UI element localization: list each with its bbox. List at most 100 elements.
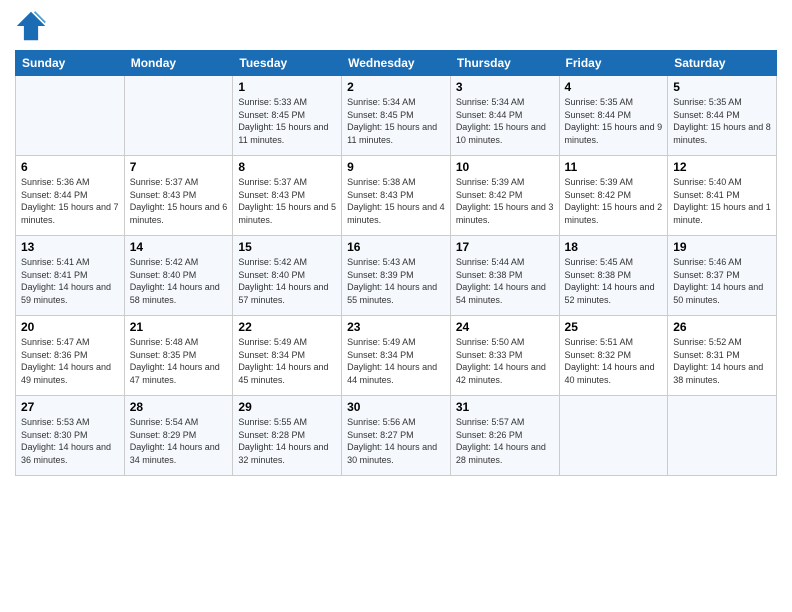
day-info: Sunrise: 5:49 AMSunset: 8:34 PMDaylight:… (347, 336, 445, 386)
calendar-week-row: 13 Sunrise: 5:41 AMSunset: 8:41 PMDayligh… (16, 236, 777, 316)
weekday-header: Saturday (668, 51, 777, 76)
day-info: Sunrise: 5:49 AMSunset: 8:34 PMDaylight:… (238, 336, 336, 386)
calendar-cell: 21Sunrise: 5:48 AMSunset: 8:35 PMDayligh… (124, 316, 233, 396)
day-number: 18 (565, 240, 663, 254)
day-info: Sunrise: 5:52 AMSunset: 8:31 PMDaylight:… (673, 336, 771, 386)
day-number: 19 (673, 240, 771, 254)
day-info: Sunrise: 5:39 AMSunset: 8:42 PMDaylight:… (456, 176, 554, 226)
day-info: Sunrise: 5:37 AMSunset: 8:43 PMDaylight:… (130, 176, 228, 226)
calendar-week-row: 27Sunrise: 5:53 AMSunset: 8:30 PMDayligh… (16, 396, 777, 476)
day-info: Sunrise: 5:38 AMSunset: 8:43 PMDaylight:… (347, 176, 445, 226)
calendar-cell: 1 Sunrise: 5:33 AMSunset: 8:45 PMDaylight… (233, 76, 342, 156)
day-info: Sunrise: 5:34 AMSunset: 8:45 PMDaylight:… (347, 96, 445, 146)
weekday-header: Sunday (16, 51, 125, 76)
calendar-cell: 16 Sunrise: 5:43 AMSunset: 8:39 PMDayligh… (342, 236, 451, 316)
day-info: Sunrise: 5:39 AMSunset: 8:42 PMDaylight:… (565, 176, 663, 226)
day-info: Sunrise: 5:57 AMSunset: 8:26 PMDaylight:… (456, 416, 554, 466)
day-number: 12 (673, 160, 771, 174)
day-info: Sunrise: 5:43 AMSunset: 8:39 PMDaylight:… (347, 256, 445, 306)
weekday-header: Thursday (450, 51, 559, 76)
day-number: 3 (456, 80, 554, 94)
day-number: 1 (238, 80, 336, 94)
day-info: Sunrise: 5:33 AMSunset: 8:45 PMDaylight:… (238, 96, 336, 146)
calendar-header-row: SundayMondayTuesdayWednesdayThursdayFrid… (16, 51, 777, 76)
day-number: 8 (238, 160, 336, 174)
day-number: 31 (456, 400, 554, 414)
calendar-cell: 3 Sunrise: 5:34 AMSunset: 8:44 PMDaylight… (450, 76, 559, 156)
calendar-cell: 26 Sunrise: 5:52 AMSunset: 8:31 PMDayligh… (668, 316, 777, 396)
day-number: 28 (130, 400, 228, 414)
day-number: 30 (347, 400, 445, 414)
calendar-cell: 29 Sunrise: 5:55 AMSunset: 8:28 PMDayligh… (233, 396, 342, 476)
calendar-cell: 2 Sunrise: 5:34 AMSunset: 8:45 PMDaylight… (342, 76, 451, 156)
calendar-cell: 10 Sunrise: 5:39 AMSunset: 8:42 PMDayligh… (450, 156, 559, 236)
day-number: 23 (347, 320, 445, 334)
day-number: 20 (21, 320, 119, 334)
calendar: SundayMondayTuesdayWednesdayThursdayFrid… (15, 50, 777, 476)
calendar-cell: 30 Sunrise: 5:56 AMSunset: 8:27 PMDayligh… (342, 396, 451, 476)
day-number: 16 (347, 240, 445, 254)
day-number: 9 (347, 160, 445, 174)
day-info: Sunrise: 5:44 AMSunset: 8:38 PMDaylight:… (456, 256, 554, 306)
calendar-cell: 20Sunrise: 5:47 AMSunset: 8:36 PMDayligh… (16, 316, 125, 396)
day-info: Sunrise: 5:42 AMSunset: 8:40 PMDaylight:… (130, 256, 228, 306)
calendar-cell: 19 Sunrise: 5:46 AMSunset: 8:37 PMDayligh… (668, 236, 777, 316)
day-number: 14 (130, 240, 228, 254)
calendar-cell: 18Sunrise: 5:45 AMSunset: 8:38 PMDayligh… (559, 236, 668, 316)
weekday-header: Tuesday (233, 51, 342, 76)
calendar-cell: 6 Sunrise: 5:36 AMSunset: 8:44 PMDaylight… (16, 156, 125, 236)
calendar-week-row: 20Sunrise: 5:47 AMSunset: 8:36 PMDayligh… (16, 316, 777, 396)
day-number: 2 (347, 80, 445, 94)
logo (15, 10, 51, 42)
day-info: Sunrise: 5:42 AMSunset: 8:40 PMDaylight:… (238, 256, 336, 306)
day-info: Sunrise: 5:55 AMSunset: 8:28 PMDaylight:… (238, 416, 336, 466)
day-info: Sunrise: 5:35 AMSunset: 8:44 PMDaylight:… (673, 96, 771, 146)
day-number: 26 (673, 320, 771, 334)
day-number: 29 (238, 400, 336, 414)
day-number: 4 (565, 80, 663, 94)
weekday-header: Wednesday (342, 51, 451, 76)
header (15, 10, 777, 42)
calendar-cell: 4 Sunrise: 5:35 AMSunset: 8:44 PMDaylight… (559, 76, 668, 156)
day-number: 17 (456, 240, 554, 254)
day-number: 10 (456, 160, 554, 174)
day-number: 24 (456, 320, 554, 334)
day-number: 22 (238, 320, 336, 334)
calendar-cell: 15 Sunrise: 5:42 AMSunset: 8:40 PMDayligh… (233, 236, 342, 316)
logo-icon (15, 10, 47, 42)
day-number: 13 (21, 240, 119, 254)
calendar-cell: 8 Sunrise: 5:37 AMSunset: 8:43 PMDaylight… (233, 156, 342, 236)
calendar-cell: 13 Sunrise: 5:41 AMSunset: 8:41 PMDayligh… (16, 236, 125, 316)
day-number: 6 (21, 160, 119, 174)
day-info: Sunrise: 5:50 AMSunset: 8:33 PMDaylight:… (456, 336, 554, 386)
calendar-cell: 23 Sunrise: 5:49 AMSunset: 8:34 PMDayligh… (342, 316, 451, 396)
page: SundayMondayTuesdayWednesdayThursdayFrid… (0, 0, 792, 612)
calendar-cell: 14 Sunrise: 5:42 AMSunset: 8:40 PMDayligh… (124, 236, 233, 316)
calendar-cell: 24 Sunrise: 5:50 AMSunset: 8:33 PMDayligh… (450, 316, 559, 396)
day-info: Sunrise: 5:35 AMSunset: 8:44 PMDaylight:… (565, 96, 663, 146)
calendar-cell (559, 396, 668, 476)
day-info: Sunrise: 5:37 AMSunset: 8:43 PMDaylight:… (238, 176, 336, 226)
day-info: Sunrise: 5:34 AMSunset: 8:44 PMDaylight:… (456, 96, 554, 146)
calendar-cell: 27Sunrise: 5:53 AMSunset: 8:30 PMDayligh… (16, 396, 125, 476)
day-info: Sunrise: 5:46 AMSunset: 8:37 PMDaylight:… (673, 256, 771, 306)
calendar-week-row: 6 Sunrise: 5:36 AMSunset: 8:44 PMDaylight… (16, 156, 777, 236)
day-info: Sunrise: 5:36 AMSunset: 8:44 PMDaylight:… (21, 176, 119, 226)
calendar-cell (668, 396, 777, 476)
day-number: 7 (130, 160, 228, 174)
calendar-cell: 5 Sunrise: 5:35 AMSunset: 8:44 PMDaylight… (668, 76, 777, 156)
calendar-cell: 25Sunrise: 5:51 AMSunset: 8:32 PMDayligh… (559, 316, 668, 396)
day-info: Sunrise: 5:48 AMSunset: 8:35 PMDaylight:… (130, 336, 228, 386)
day-info: Sunrise: 5:56 AMSunset: 8:27 PMDaylight:… (347, 416, 445, 466)
day-info: Sunrise: 5:41 AMSunset: 8:41 PMDaylight:… (21, 256, 119, 306)
day-number: 11 (565, 160, 663, 174)
calendar-cell: 22 Sunrise: 5:49 AMSunset: 8:34 PMDayligh… (233, 316, 342, 396)
day-number: 5 (673, 80, 771, 94)
calendar-cell: 28Sunrise: 5:54 AMSunset: 8:29 PMDayligh… (124, 396, 233, 476)
day-number: 15 (238, 240, 336, 254)
calendar-cell (124, 76, 233, 156)
calendar-cell: 12Sunrise: 5:40 AMSunset: 8:41 PMDayligh… (668, 156, 777, 236)
calendar-cell: 7 Sunrise: 5:37 AMSunset: 8:43 PMDaylight… (124, 156, 233, 236)
weekday-header: Monday (124, 51, 233, 76)
day-number: 27 (21, 400, 119, 414)
